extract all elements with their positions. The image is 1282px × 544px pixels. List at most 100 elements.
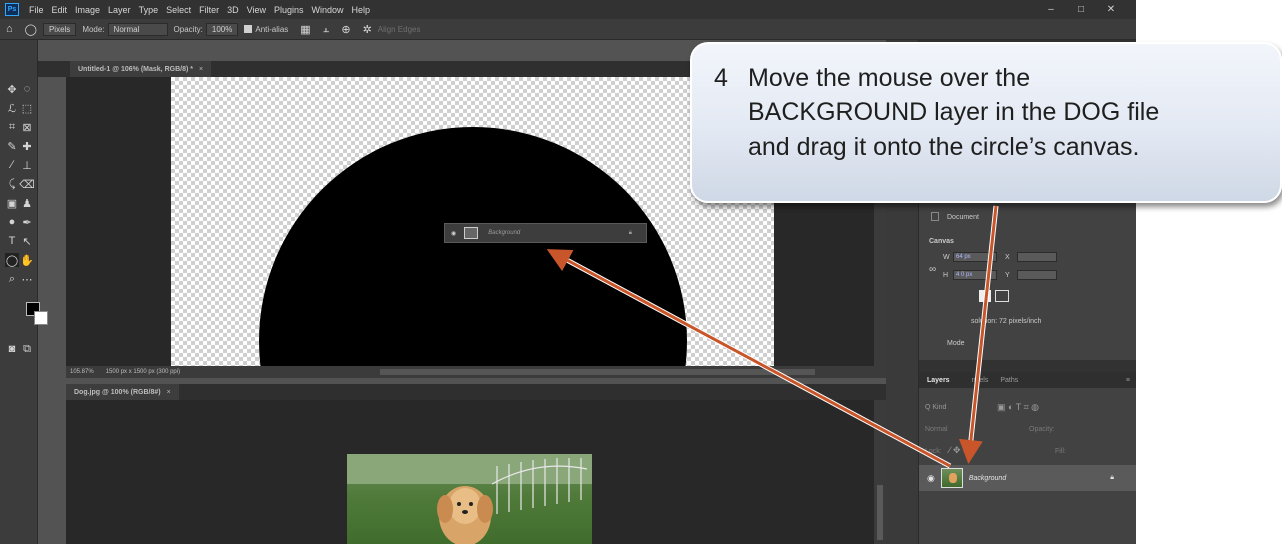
lock-icons[interactable]: ∕ ✥ ⌗ 🔒︎ [949,445,975,456]
path-select-icon[interactable]: ↖ [20,234,34,248]
blend-mode-select[interactable]: Normal [925,426,948,433]
healing-brush-icon[interactable]: ✚ [20,139,34,153]
quick-mask-icon[interactable]: ◙ [5,342,19,356]
link-dimensions-icon[interactable]: ∞ [929,264,936,275]
close-button[interactable]: ✕ [1100,2,1122,16]
brush-tool-icon[interactable]: ∕ [5,158,19,172]
layer-thumbnail-icon [464,227,479,239]
object-select-icon[interactable]: ⬚ [20,101,34,115]
lasso-tool-icon[interactable]: ℒ [5,101,19,115]
antialias-label: Anti-alias [255,24,289,34]
path-alignment-icon[interactable]: ⫠ [323,23,330,36]
menu-layer[interactable]: Layer [104,5,135,15]
path-arrangement-icon[interactable]: ⊕ [341,23,350,36]
gradient-tool-icon[interactable]: ▣ [5,196,19,210]
more-tools-icon[interactable]: ⋯ [20,272,34,286]
close-tab-icon[interactable]: × [167,389,171,396]
menu-type[interactable]: Type [135,5,163,15]
layer-opacity-label: Opacity: [1029,426,1055,433]
menu-file[interactable]: File [25,5,48,15]
type-tool-icon[interactable]: T [5,234,19,248]
tab-layers[interactable]: Layers [927,377,950,384]
vertical-scrollbar-dog[interactable] [874,400,886,544]
menu-3d[interactable]: 3D [223,5,243,15]
zoom-level: 105.87% [70,369,94,375]
close-tab-icon[interactable]: × [199,66,203,73]
panel-menu-icon[interactable]: ≡ [1126,377,1130,384]
home-icon[interactable]: ⌂ [6,23,13,35]
pen-tool-icon[interactable]: ✒ [20,215,34,229]
screen-mode-icon[interactable]: ⧉ [20,342,34,356]
blur-tool-icon[interactable]: ♟ [20,196,34,210]
canvas-width-field[interactable]: 64 px [953,252,997,262]
path-operations-icon[interactable]: ▦ [300,23,310,36]
ellipse-tool-icon[interactable]: ◯ [5,253,19,267]
options-bar: ⌂ ◯ Pixels Mode: Normal Opacity: 100% An… [0,19,1136,40]
hand-tool-icon[interactable]: ✋ [20,253,34,267]
photoshop-logo-icon: Ps [5,3,19,16]
layers-panel-tabs: Layers nnels Paths ≡ [919,372,1136,388]
tab-paths[interactable]: Paths [1000,377,1018,384]
checkbox-icon [244,25,253,33]
horizontal-scrollbar[interactable] [380,369,816,375]
menu-image[interactable]: Image [71,5,104,15]
document-size: 1500 px x 1500 px (300 ppi) [105,369,181,375]
layer-filter-icons[interactable]: ▣ ◐ T ⌗ ◍ [997,402,1039,413]
menu-filter[interactable]: Filter [195,5,223,15]
antialias-checkbox[interactable]: Anti-alias [244,25,288,34]
scroll-thumb[interactable] [877,485,883,540]
menu-edit[interactable]: Edit [48,5,72,15]
menu-help[interactable]: Help [348,5,375,15]
mode-select[interactable]: Normal [107,22,168,36]
transparent-canvas[interactable] [171,77,774,366]
properties-panel: Document Canvas W 64 px X ∞ H 4 0 px Y s… [919,200,1136,360]
dodge-tool-icon[interactable]: ● [5,215,19,229]
history-brush-icon[interactable]: ⤹ [5,177,19,191]
dog-photo[interactable] [347,454,592,544]
layer-lock-icon[interactable]: 🔒︎ [1110,474,1114,482]
y-label: Y [1005,272,1010,279]
step-instruction: Move the mouse over the BACKGROUND layer… [748,64,1160,161]
portrait-orientation-icon[interactable] [979,290,991,302]
visibility-eye-icon[interactable]: ◉ [927,473,935,484]
minimize-button[interactable]: – [1040,2,1062,16]
document-window-dog [66,400,874,544]
tab-channels[interactable]: nnels [972,377,989,384]
canvas-x-field[interactable] [1017,252,1057,262]
layer-row-background[interactable]: ◉ Background 🔒︎ [919,465,1136,491]
opacity-field[interactable]: 100% [205,22,239,36]
canvas-section-label[interactable]: Canvas [929,238,954,245]
menu-window[interactable]: Window [308,5,348,15]
tab-dog-jpg[interactable]: Dog.jpg @ 100% (RGB/8#) × [66,384,179,400]
dragged-layer-ghost: ◉ Background 🔒︎ [444,223,647,243]
black-circle-shape [259,127,687,366]
menu-plugins[interactable]: Plugins [270,5,308,15]
elliptical-marquee-icon[interactable]: ◌ [20,82,34,96]
canvas-height-field[interactable]: 4 0 px [953,270,997,280]
mode-label: Mode [947,340,965,347]
menu-view[interactable]: View [243,5,270,15]
background-color-swatch[interactable] [34,311,48,325]
tab-title: Untitled-1 @ 106% (Mask, RGB/8) * [78,65,193,73]
layer-name[interactable]: Background [969,475,1006,482]
tab-untitled-1[interactable]: Untitled-1 @ 106% (Mask, RGB/8) * × [70,61,212,77]
frame-tool-icon[interactable]: ⊠ [20,120,34,134]
lock-icon: 🔒︎ [628,229,632,236]
step-number: 4 [714,64,728,92]
zoom-tool-icon[interactable]: ⌕ [5,272,19,286]
ellipse-tool-preset-icon[interactable]: ◯ [25,23,37,36]
layers-panel: Layers nnels Paths ≡ Q Kind ▣ ◐ T ⌗ ◍ No… [919,372,1136,544]
move-tool-icon[interactable]: ✥ [5,82,19,96]
crop-tool-icon[interactable]: ⌗ [5,120,19,134]
layer-filter-kind[interactable]: Q Kind [925,404,946,411]
eraser-tool-icon[interactable]: ⌫ [19,177,35,191]
canvas-y-field[interactable] [1017,270,1057,280]
shape-mode-select[interactable]: Pixels [42,22,77,36]
menu-select[interactable]: Select [162,5,195,15]
tab-title: Dog.jpg @ 100% (RGB/8#) [74,388,161,396]
maximize-button[interactable]: □ [1070,2,1092,16]
stamp-tool-icon[interactable]: ⊥ [20,158,34,172]
eyedropper-icon[interactable]: ✎ [5,139,19,153]
landscape-orientation-icon[interactable] [995,290,1009,302]
settings-gear-icon[interactable]: ✲ [363,23,372,36]
